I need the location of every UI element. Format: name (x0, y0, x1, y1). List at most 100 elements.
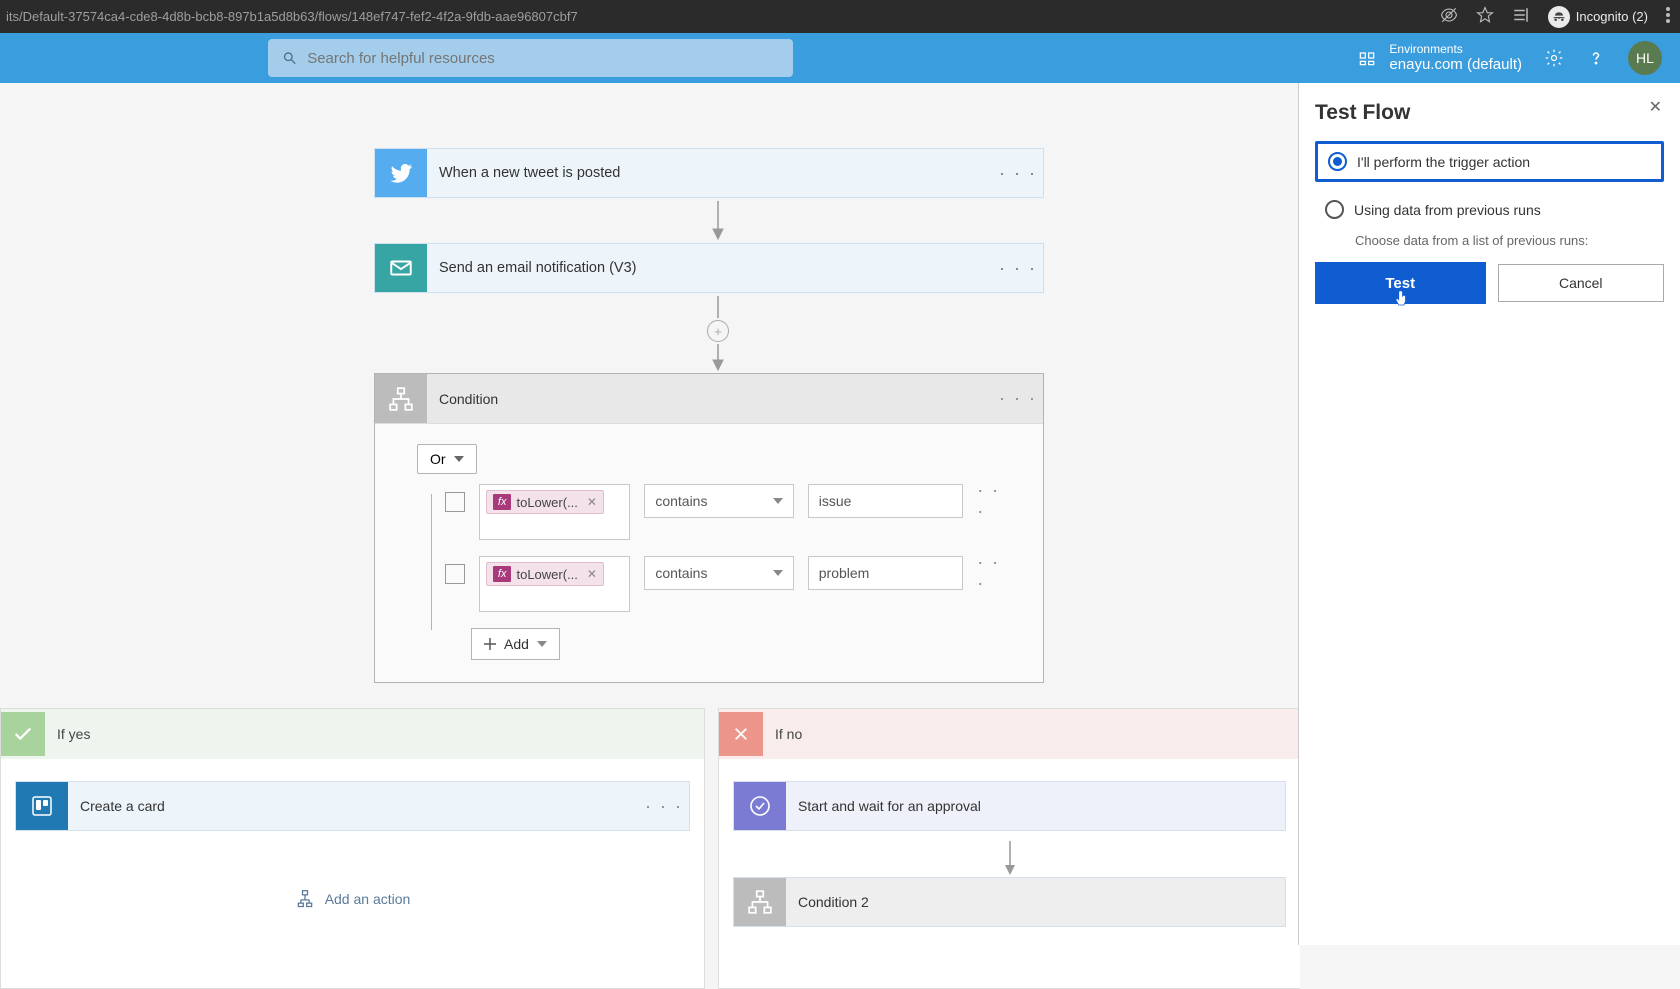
cross-icon (719, 712, 763, 756)
add-action-button[interactable]: Add an action (1, 889, 704, 909)
condition-title: Condition (427, 374, 993, 423)
trello-icon (16, 782, 68, 830)
panel-title: Test Flow (1315, 101, 1664, 125)
condition-block: Condition · · · Or fxtoLower(...✕ contai… (374, 373, 1044, 683)
operator-select[interactable]: contains (644, 484, 793, 518)
expression-token[interactable]: fxtoLower(...✕ (486, 490, 604, 514)
add-label: Add (504, 636, 529, 652)
check-icon (1, 712, 45, 756)
row-checkbox[interactable] (445, 492, 465, 512)
incognito-label: Incognito (2) (1576, 9, 1648, 24)
radio-previous-runs[interactable]: Using data from previous runs (1315, 192, 1664, 227)
condition2-label: Condition 2 (786, 878, 1285, 926)
incognito-badge[interactable]: Incognito (2) (1548, 6, 1648, 28)
search-input[interactable] (307, 50, 779, 67)
card-more-icon[interactable]: · · · (639, 782, 689, 830)
row-more-icon[interactable]: · · · (977, 556, 1015, 590)
test-button[interactable]: Test (1315, 262, 1486, 304)
settings-gear-icon[interactable] (1544, 48, 1564, 68)
add-step-button[interactable]: + (707, 320, 729, 342)
token-text: toLower(... (516, 495, 577, 510)
condition-more-icon[interactable]: · · · (993, 374, 1043, 423)
radio-label: Using data from previous runs (1354, 202, 1541, 218)
flow-canvas: When a new tweet is posted · · · Send an… (0, 83, 1300, 945)
radio-circle-icon (1328, 152, 1347, 171)
radio-perform-trigger[interactable]: I'll perform the trigger action (1315, 141, 1664, 182)
row-more-icon[interactable]: · · · (977, 484, 1015, 518)
app-header: Environments enayu.com (default) HL (0, 33, 1680, 83)
row-checkbox[interactable] (445, 564, 465, 584)
value-input[interactable]: problem (808, 556, 963, 590)
email-more-icon[interactable]: · · · (993, 244, 1043, 292)
plus-icon (484, 638, 496, 650)
cancel-button[interactable]: Cancel (1498, 264, 1665, 302)
env-label: Environments (1389, 43, 1522, 56)
create-card-step[interactable]: Create a card · · · (15, 781, 690, 831)
close-panel-button[interactable]: ✕ (1649, 97, 1662, 117)
browser-url: its/Default-37574ca4-cde8-4d8b-bcb8-897b… (6, 9, 578, 24)
if-yes-label: If yes (45, 726, 90, 742)
add-action-label: Add an action (325, 891, 411, 907)
arrow-icon: + (708, 296, 728, 375)
expression-field[interactable]: fxtoLower(...✕ (479, 484, 630, 540)
test-flow-panel: Test Flow ✕ I'll perform the trigger act… (1298, 83, 1680, 945)
trigger-step[interactable]: When a new tweet is posted · · · (374, 148, 1044, 198)
search-icon (282, 50, 297, 66)
value-input[interactable]: issue (808, 484, 963, 518)
token-text: toLower(... (516, 567, 577, 582)
email-action-label: Send an email notification (V3) (427, 244, 993, 292)
chevron-down-icon (454, 456, 464, 462)
approval-icon (734, 782, 786, 830)
browser-actions: Incognito (2) (1440, 6, 1670, 28)
approval-step[interactable]: Start and wait for an approval (733, 781, 1286, 831)
remove-token-icon[interactable]: ✕ (587, 495, 597, 509)
expression-field[interactable]: fxtoLower(...✕ (479, 556, 630, 612)
trigger-more-icon[interactable]: · · · (993, 149, 1043, 197)
condition-operator-dropdown[interactable]: Or (417, 444, 477, 474)
chevron-down-icon (773, 570, 783, 576)
approval-label: Start and wait for an approval (786, 782, 1285, 830)
env-value: enayu.com (default) (1389, 56, 1522, 73)
add-condition-button[interactable]: Add (471, 628, 560, 660)
if-yes-branch: If yes Create a card · · · Add an action (0, 708, 705, 989)
arrow-icon (708, 201, 728, 244)
twitter-icon (375, 149, 427, 197)
search-box[interactable] (268, 39, 793, 77)
environment-icon (1357, 48, 1377, 68)
trigger-label: When a new tweet is posted (427, 149, 993, 197)
arrow-icon (719, 841, 1300, 877)
expression-token[interactable]: fxtoLower(...✕ (486, 562, 604, 586)
tree-line (431, 494, 432, 630)
remove-token-icon[interactable]: ✕ (587, 567, 597, 581)
browser-bar: its/Default-37574ca4-cde8-4d8b-bcb8-897b… (0, 0, 1680, 33)
bookmark-star-icon[interactable] (1476, 6, 1494, 27)
operator-label: Or (430, 451, 446, 467)
if-yes-header: If yes (1, 709, 704, 759)
chevron-down-icon (537, 641, 547, 647)
radio-circle-icon (1325, 200, 1344, 219)
if-no-branch: If no Start and wait for an approval Con… (718, 708, 1300, 989)
condition-row: fxtoLower(...✕ contains problem · · · (445, 556, 1015, 614)
chevron-down-icon (773, 498, 783, 504)
cursor-icon (1392, 289, 1410, 313)
condition2-step[interactable]: Condition 2 (733, 877, 1286, 927)
tracking-icon[interactable] (1440, 6, 1458, 27)
profile-avatar[interactable]: HL (1628, 41, 1662, 75)
condition-icon (734, 878, 786, 926)
add-action-icon (295, 889, 315, 909)
condition-row: fxtoLower(...✕ contains issue · · · (445, 484, 1015, 542)
condition-header[interactable]: Condition · · · (375, 374, 1043, 424)
operator-select[interactable]: contains (644, 556, 793, 590)
previous-runs-hint: Choose data from a list of previous runs… (1355, 233, 1664, 248)
op-label: contains (655, 493, 707, 509)
cancel-button-label: Cancel (1559, 275, 1603, 291)
reading-list-icon[interactable] (1512, 6, 1530, 27)
environment-picker[interactable]: Environments enayu.com (default) (1357, 43, 1522, 73)
radio-label: I'll perform the trigger action (1357, 154, 1530, 170)
help-icon[interactable] (1586, 48, 1606, 68)
browser-menu-icon[interactable] (1666, 7, 1670, 26)
if-no-header: If no (719, 709, 1300, 759)
value-text: issue (819, 493, 852, 509)
if-no-label: If no (763, 726, 802, 742)
email-action-step[interactable]: Send an email notification (V3) · · · (374, 243, 1044, 293)
